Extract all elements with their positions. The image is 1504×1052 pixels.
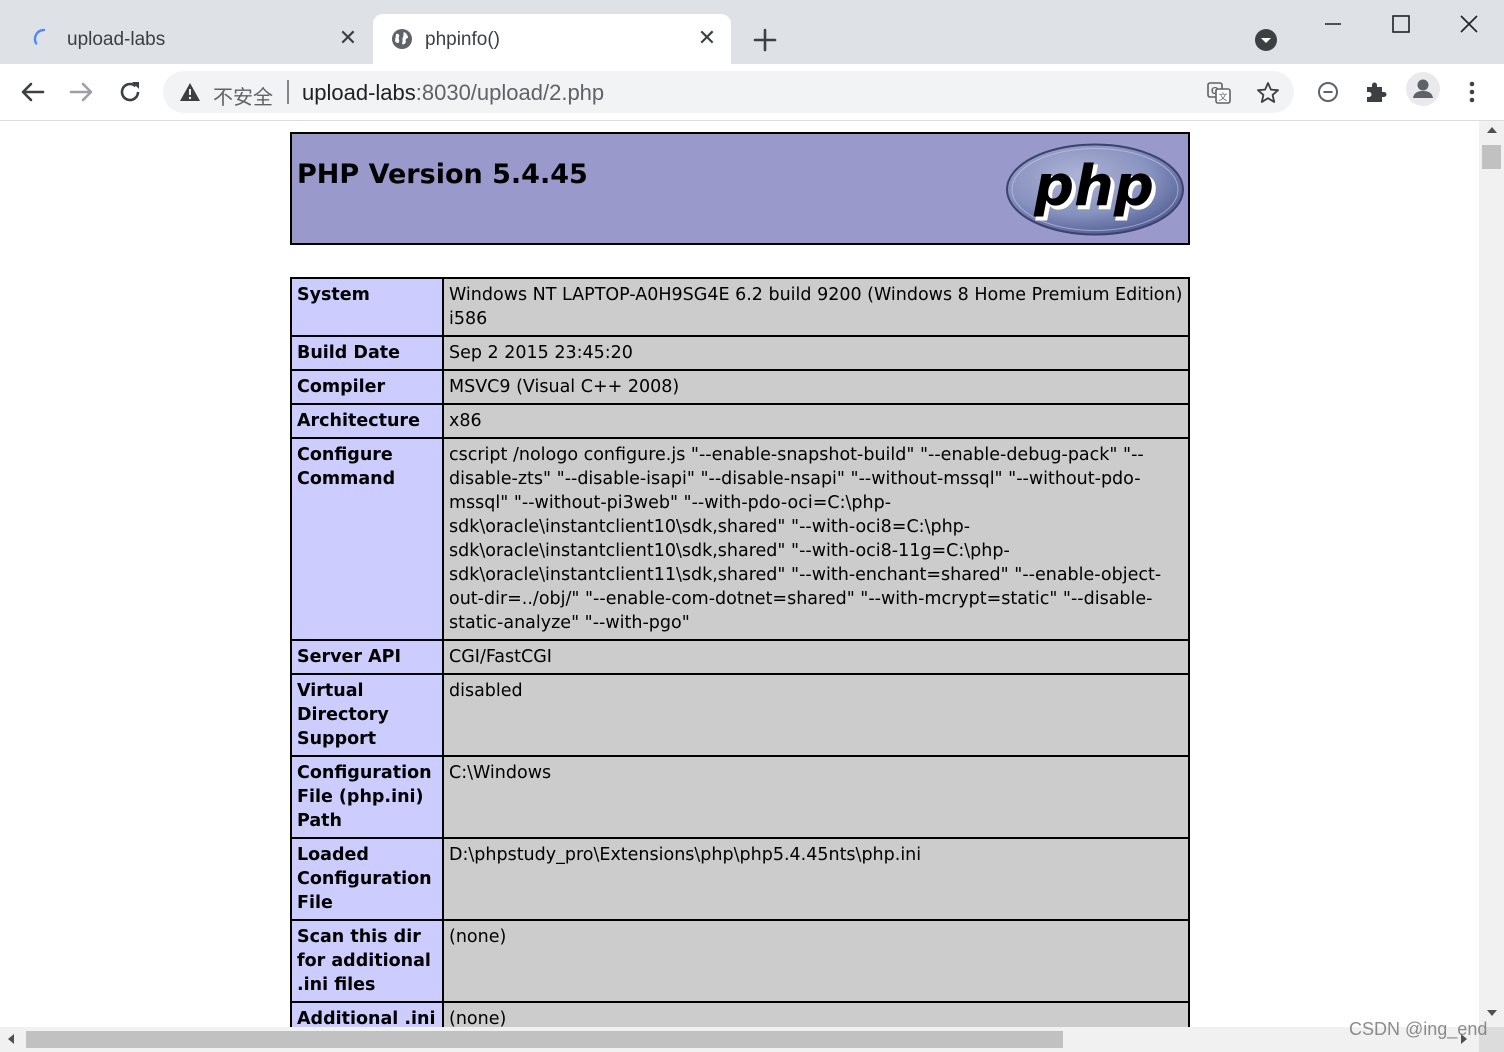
info-value: x86 <box>442 403 1190 439</box>
info-row: Virtual Directory Support disabled <box>290 673 1190 757</box>
globe-icon <box>392 29 412 49</box>
close-tab-icon[interactable]: ✕ <box>337 27 359 49</box>
browser-toolbar: 不安全 upload-labs:8030/upload/2.php G 文 <box>0 64 1504 121</box>
horizontal-scroll-thumb[interactable] <box>26 1031 1063 1048</box>
info-row: Server API CGI/FastCGI <box>290 639 1190 675</box>
info-table-body: System Windows NT LAPTOP-A0H9SG4E 6.2 bui… <box>290 277 1190 1027</box>
bookmark-star-icon[interactable] <box>1255 80 1281 106</box>
info-row: Compiler MSVC9 (Visual C++ 2008) <box>290 369 1190 405</box>
info-label: Additional .ini <box>290 1001 444 1027</box>
close-tab-icon[interactable]: ✕ <box>696 27 718 49</box>
tab-title: phpinfo() <box>425 29 500 50</box>
php-logo-text-dark: php <box>1033 154 1154 219</box>
three-dots-vertical-icon[interactable] <box>1457 77 1487 107</box>
info-row: Scan this dir for additional .ini files(… <box>290 919 1190 1003</box>
info-value: C:\Windows <box>442 755 1190 839</box>
info-label: Scan this dir for additional .ini files <box>290 919 444 1003</box>
info-label: Loaded Configuration File <box>290 837 444 921</box>
info-label: Server API <box>290 639 444 675</box>
url-path: :8030/upload/2.php <box>415 80 605 105</box>
address-bar[interactable]: 不安全 upload-labs:8030/upload/2.php G 文 <box>163 71 1294 113</box>
info-value: (none) <box>442 1001 1190 1027</box>
translate-icon[interactable]: G 文 <box>1206 80 1232 106</box>
info-value: Sep 2 2015 23:45:20 <box>442 335 1190 371</box>
page-viewport[interactable]: PHP Version 5.4.45 php php System Windows… <box>0 121 1479 1027</box>
warning-triangle-icon[interactable] <box>179 82 201 102</box>
new-tab-plus-icon[interactable] <box>752 27 778 53</box>
reload-icon[interactable] <box>115 77 145 107</box>
info-value: (none) <box>442 919 1190 1003</box>
scroll-down-arrow-icon[interactable] <box>1487 1010 1497 1016</box>
svg-text:文: 文 <box>1219 91 1228 103</box>
info-label: System <box>290 277 444 337</box>
info-row: Configure Command cscript /nologo configu… <box>290 437 1190 641</box>
minimize-window-icon[interactable] <box>1321 12 1345 36</box>
php-logo[interactable]: php php <box>1005 142 1185 237</box>
info-row: Build Date Sep 2 2015 23:45:20 <box>290 335 1190 371</box>
loading-spinner-icon <box>33 28 46 45</box>
info-value: cscript /nologo configure.js "--enable-s… <box>442 437 1190 641</box>
omnibox-divider <box>287 80 289 104</box>
info-label: Virtual Directory Support <box>290 673 444 757</box>
maximize-window-icon[interactable] <box>1389 12 1413 36</box>
vertical-scroll-thumb[interactable] <box>1482 145 1501 169</box>
back-arrow-icon[interactable] <box>18 77 48 107</box>
info-value: D:\phpstudy_pro\Extensions\php\php5.4.45… <box>442 837 1190 921</box>
profile-avatar[interactable] <box>1406 72 1440 106</box>
info-label: Compiler <box>290 369 444 405</box>
php-version-title: PHP Version 5.4.45 <box>297 159 588 190</box>
info-value: MSVC9 (Visual C++ 2008) <box>442 369 1190 405</box>
info-row: Loaded Configuration File D:\phpstudy_pro… <box>290 837 1190 921</box>
info-row: Configuration File (php.ini) Path C:\Wind… <box>290 755 1190 839</box>
forward-arrow-icon[interactable] <box>66 77 96 107</box>
php-info-table: System Windows NT LAPTOP-A0H9SG4E 6.2 bui… <box>290 277 1190 1027</box>
info-label: Build Date <box>290 335 444 371</box>
vertical-scrollbar[interactable] <box>1479 121 1504 1027</box>
info-value: disabled <box>442 673 1190 757</box>
scroll-left-arrow-icon[interactable] <box>8 1034 14 1044</box>
info-row: System Windows NT LAPTOP-A0H9SG4E 6.2 bui… <box>290 277 1190 337</box>
info-value: CGI/FastCGI <box>442 639 1190 675</box>
tab-phpinfo[interactable]: phpinfo() ✕ <box>373 14 731 64</box>
url-text[interactable]: upload-labs:8030/upload/2.php <box>302 80 604 106</box>
info-value: Windows NT LAPTOP-A0H9SG4E 6.2 build 920… <box>442 277 1190 337</box>
info-label: Configuration File (php.ini) Path <box>290 755 444 839</box>
security-status-label[interactable]: 不安全 <box>213 81 273 110</box>
csdn-watermark: CSDN @ing_end <box>1349 1019 1488 1039</box>
tab-strip: upload-labs ✕ phpinfo() ✕ <box>0 0 1504 64</box>
info-label: Configure Command <box>290 437 444 641</box>
info-row: Additional .ini (none) <box>290 1001 1190 1027</box>
person-icon <box>1413 79 1433 98</box>
info-label: Architecture <box>290 403 444 439</box>
phpinfo-container: PHP Version 5.4.45 php php System Windows… <box>290 132 1190 1027</box>
info-row: Architecture x86 <box>290 403 1190 439</box>
tab-search-chevron-icon[interactable] <box>1254 28 1278 52</box>
php-version-header: PHP Version 5.4.45 php php <box>290 132 1190 245</box>
scroll-up-arrow-icon[interactable] <box>1487 127 1497 133</box>
horizontal-scrollbar[interactable] <box>0 1027 1504 1052</box>
close-window-icon[interactable] <box>1457 12 1481 36</box>
url-host: upload-labs <box>302 80 416 105</box>
tab-upload-labs[interactable]: upload-labs ✕ <box>10 14 372 64</box>
tab-title: upload-labs <box>67 29 166 50</box>
media-control-icon[interactable] <box>1313 77 1343 107</box>
puzzle-piece-icon[interactable] <box>1361 77 1391 107</box>
